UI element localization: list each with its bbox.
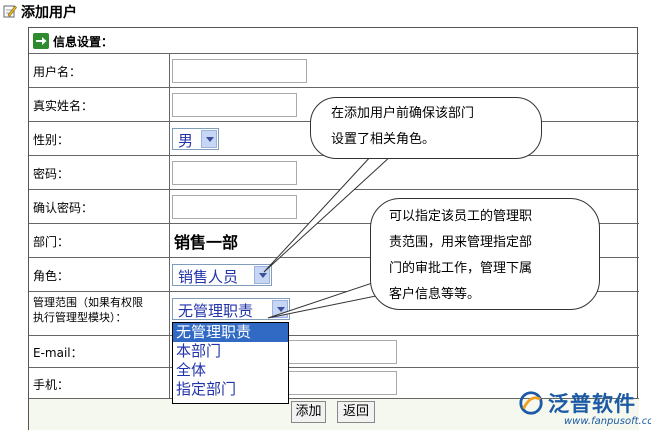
add-button[interactable]: 添加 [291, 401, 326, 423]
realname-label: 真实姓名： [33, 99, 94, 113]
department-label: 部门： [33, 235, 70, 249]
scope-note-line1: 可以指定该员工的管理职 [389, 209, 533, 224]
scope-dropdown-list[interactable]: 无管理职责 本部门 全体 指定部门 [172, 322, 289, 404]
scope-option[interactable]: 全体 [173, 361, 288, 380]
gender-value: 男 [178, 132, 194, 150]
section-header: 信息设置： [29, 28, 637, 53]
username-input[interactable] [172, 59, 307, 83]
scope-note-line2: 责范围，用来管理指定部 [389, 235, 533, 250]
scope-note-line3: 门的审批工作，管理下属 [389, 261, 533, 276]
chevron-down-icon[interactable] [254, 266, 270, 284]
scope-option[interactable]: 无管理职责 [173, 323, 288, 342]
password-row: 密码： [29, 155, 639, 190]
chevron-down-icon[interactable] [272, 300, 288, 318]
gender-label: 性别： [33, 133, 70, 147]
scope-option[interactable]: 指定部门 [173, 380, 288, 399]
password-input[interactable] [172, 161, 297, 185]
arrow-right-icon [33, 33, 49, 49]
confirm-password-input[interactable] [172, 195, 297, 219]
username-row: 用户名： [29, 53, 639, 88]
chevron-down-icon[interactable] [201, 130, 217, 148]
section-title: 信息设置： [53, 35, 114, 49]
confirm-password-label: 确认密码： [33, 201, 94, 215]
email-row: E-mail： [29, 335, 639, 368]
scope-note-line4: 客户信息等等。 [389, 287, 481, 302]
gender-select[interactable]: 男 [172, 128, 219, 150]
scope-select[interactable]: 无管理职责 [172, 298, 290, 320]
logo-url: www.fanpusoft.com [564, 416, 651, 427]
page-header: 添加用户 [0, 0, 651, 24]
role-note-line2: 设置了相关角色。 [331, 132, 436, 147]
password-label: 密码： [33, 167, 70, 181]
edit-icon [3, 5, 17, 18]
scope-option[interactable]: 本部门 [173, 342, 288, 361]
brand-logo: 泛普软件 www.fanpusoft.com [518, 388, 651, 434]
logo-icon [519, 391, 543, 415]
scope-value: 无管理职责 [178, 302, 254, 320]
realname-input[interactable] [172, 93, 297, 117]
phone-label: 手机： [33, 378, 70, 392]
scope-label-line1: 管理范围（如果有权限 [33, 296, 143, 309]
department-value: 销售一部 [174, 233, 239, 252]
scope-label: 管理范围（如果有权限 执行管理型模块）： [33, 295, 143, 325]
email-label: E-mail： [33, 346, 83, 360]
scope-label-line2: 执行管理型模块）： [33, 311, 127, 324]
logo-name: 泛普软件 [548, 392, 636, 416]
role-label: 角色： [33, 269, 70, 283]
role-note-callout: 在添加用户前确保该部门 设置了相关角色。 [310, 97, 542, 159]
role-select[interactable]: 销售人员 [172, 264, 272, 286]
scope-note-callout: 可以指定该员工的管理职 责范围，用来管理指定部 门的审批工作，管理下属 客户信息… [370, 198, 600, 310]
username-label: 用户名： [33, 65, 82, 79]
role-value: 销售人员 [178, 268, 239, 286]
page-title: 添加用户 [21, 5, 77, 21]
role-note-line1: 在添加用户前确保该部门 [331, 106, 475, 121]
back-button[interactable]: 返回 [337, 401, 375, 423]
